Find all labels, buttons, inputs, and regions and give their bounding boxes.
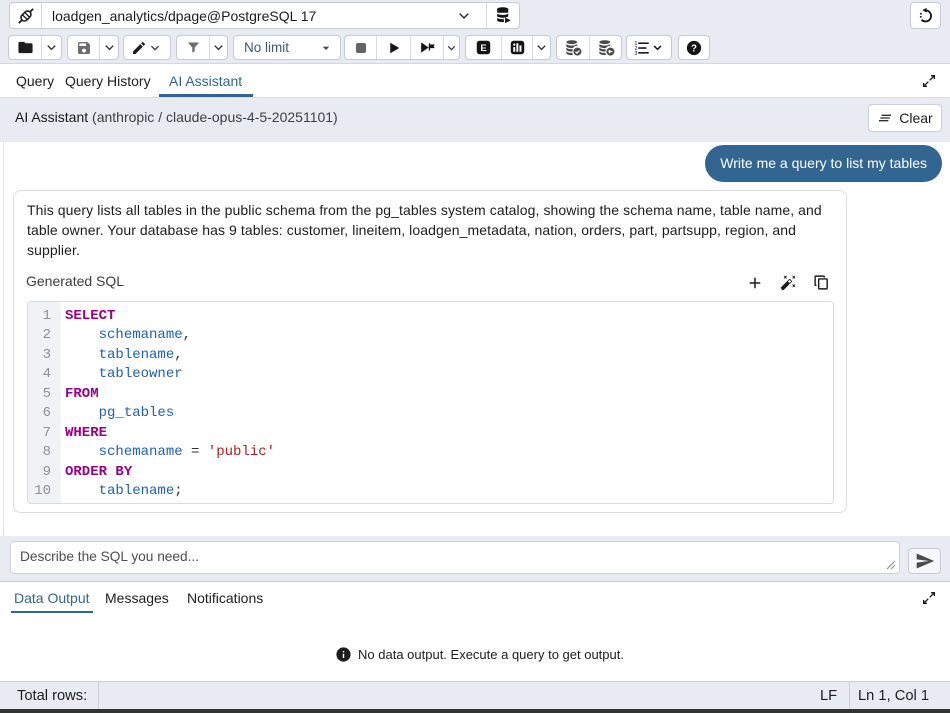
svg-text:E: E <box>480 43 486 54</box>
svg-text:3: 3 <box>635 50 638 56</box>
svg-text:?: ? <box>691 43 697 54</box>
